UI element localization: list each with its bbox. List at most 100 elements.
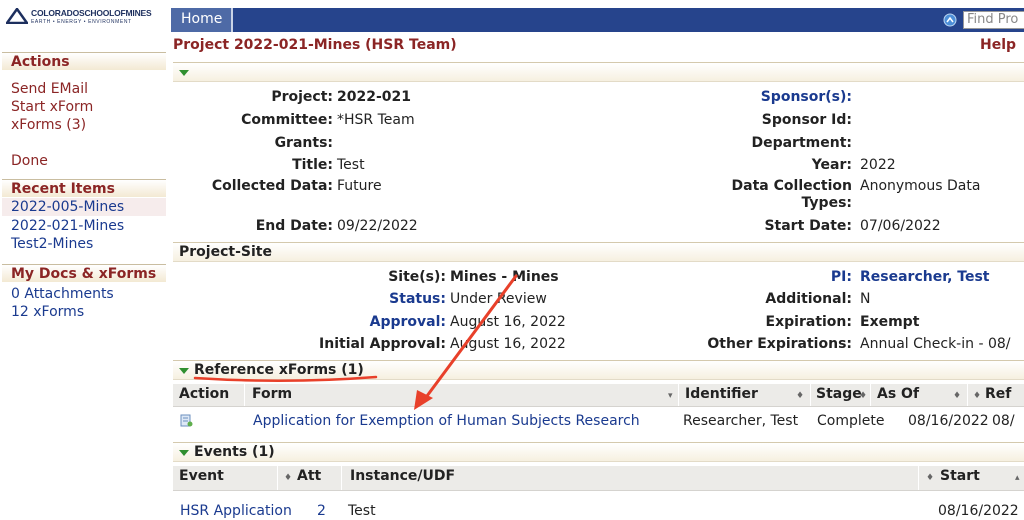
project-value: 2022-021 [337,89,411,105]
col-stage[interactable]: Stage [816,386,862,402]
col-start-sort-arrow-icon[interactable]: ▴ [1015,468,1024,484]
col-instance-udf[interactable]: Instance/UDF [350,468,455,484]
events-bar[interactable]: Events (1) [173,442,1024,462]
approval-value: August 16, 2022 [450,314,566,330]
recent-item[interactable]: Test2-Mines [11,235,93,253]
col-as-of-sort-icon[interactable]: ♦ [953,386,966,402]
expand-toggle-icon[interactable] [179,70,189,76]
sponsor-id-label: Sponsor Id: [761,112,852,128]
recent-item[interactable]: 2022-005-Mines [2,198,166,216]
title-value: Test [337,157,365,173]
project-label: Project: [271,89,333,105]
logo-line1: COLORADOSCHOOLOFMINES [31,8,152,18]
expiration-label: Expiration: [765,314,852,330]
identifier-cell: Researcher, Test [683,413,799,429]
year-label: Year: [811,157,852,173]
approval-link[interactable]: Approval: [370,313,446,331]
sites-label: Site(s): [388,269,446,285]
event-link[interactable]: HSR Application [180,502,292,520]
start-date-value: 07/06/2022 [860,218,941,234]
department-label: Department: [751,135,852,151]
start-xform-link[interactable]: Start xForm [11,98,93,116]
initial-approval-value: August 16, 2022 [450,336,566,352]
col-att-sort-icon[interactable]: ♦ [284,468,297,484]
pi-link[interactable]: PI: [831,268,852,286]
other-expirations-value: Annual Check-in - 08/ [860,336,1011,352]
page-title: Project 2022-021-Mines (HSR Team) [173,37,457,53]
find-input[interactable]: Find Pro [963,11,1024,29]
col-att[interactable]: Att [297,468,321,484]
events-table-header: Event ♦ Att Instance/UDF ♦ Start ▴ [173,466,1024,491]
send-email-link[interactable]: Send EMail [11,80,88,98]
year-value: 2022 [860,157,896,173]
col-action: Action [179,386,230,402]
col-separator [678,384,679,406]
committee-label: Committee: [241,112,333,128]
done-link[interactable]: Done [11,152,48,170]
home-tab[interactable]: Home [171,8,233,32]
main-content: Home Find Pro Project 2022-021-Mines (HS… [171,0,1024,520]
my-xforms-link[interactable]: 12 xForms [11,303,84,321]
committee-value: *HSR Team [337,112,415,128]
project-site-bar: Project-Site [173,242,1024,262]
title-label: Title: [292,157,333,173]
events-header: Events (1) [194,444,275,460]
end-date-label: End Date: [255,218,333,234]
col-separator [244,384,245,406]
school-logo[interactable]: COLORADOSCHOOLOFMINES EARTH • ENERGY • E… [6,8,152,25]
project-site-header: Project-Site [179,244,272,260]
xforms-table-header: Action Form ▾ Identifier ♦ Stage ♦ As Of… [173,384,1024,407]
sites-value: Mines - Mines [450,269,559,285]
col-separator [277,466,278,490]
col-start-sort-icon[interactable]: ♦ [926,468,939,484]
col-ref-sort-icon[interactable]: ♦ [973,386,986,402]
initial-approval-label: Initial Approval: [319,336,446,352]
additional-value: N [860,291,871,307]
stage-cell: Complete [817,413,885,429]
status-link[interactable]: Status: [389,290,446,308]
mountain-logo-icon [6,8,28,24]
att-link[interactable]: 2 [317,502,326,520]
collapse-toggle-icon[interactable] [179,450,189,456]
pi-value[interactable]: Researcher, Test [860,268,989,286]
start-date-label: Start Date: [764,218,852,234]
help-link[interactable]: Help [980,37,1016,53]
col-as-of[interactable]: As Of [877,386,919,402]
additional-label: Additional: [765,291,852,307]
recent-items-header: Recent Items [2,179,166,197]
project-details-bar[interactable] [173,62,1024,82]
col-separator [810,384,811,406]
col-separator [870,384,871,406]
actions-header: Actions [2,52,166,70]
attachments-link[interactable]: 0 Attachments [11,285,114,303]
view-form-icon[interactable] [180,414,193,427]
expiration-value: Exempt [860,314,920,330]
reference-xforms-header: Reference xForms (1) [194,362,364,378]
start-cell: 08/16/2022 [938,503,1019,519]
status-value: Under Review [450,291,547,307]
col-event[interactable]: Event [179,468,224,484]
collapse-toggle-icon[interactable] [179,368,189,374]
form-link[interactable]: Application for Exemption of Human Subje… [253,412,640,430]
search-icon[interactable] [943,13,957,27]
data-collection-types-label: Types: [801,195,852,211]
col-start[interactable]: Start [940,468,980,484]
other-expirations-label: Other Expirations: [707,336,852,352]
col-form[interactable]: Form [252,386,292,402]
ref-cell: 08/ [992,413,1015,429]
instance-cell: Test [348,503,376,519]
xforms-link[interactable]: xForms (3) [11,116,86,134]
col-ref[interactable]: Ref [985,386,1011,402]
logo-line2: EARTH • ENERGY • ENVIRONMENT [31,19,132,25]
sidebar: COLORADOSCHOOLOFMINES EARTH • ENERGY • E… [0,0,168,520]
recent-item[interactable]: 2022-021-Mines [11,217,124,235]
col-form-sort-icon[interactable]: ▾ [668,386,678,402]
data-collection-value: Anonymous Data [860,178,981,194]
sponsors-link[interactable]: Sponsor(s): [761,88,852,106]
collected-data-value: Future [337,178,382,194]
reference-xforms-bar[interactable]: Reference xForms (1) [173,360,1024,380]
col-identifier-sort-icon[interactable]: ♦ [796,386,809,402]
as-of-cell: 08/16/2022 [908,413,989,429]
col-identifier[interactable]: Identifier [685,386,758,402]
data-collection-label: Data Collection [731,178,852,194]
